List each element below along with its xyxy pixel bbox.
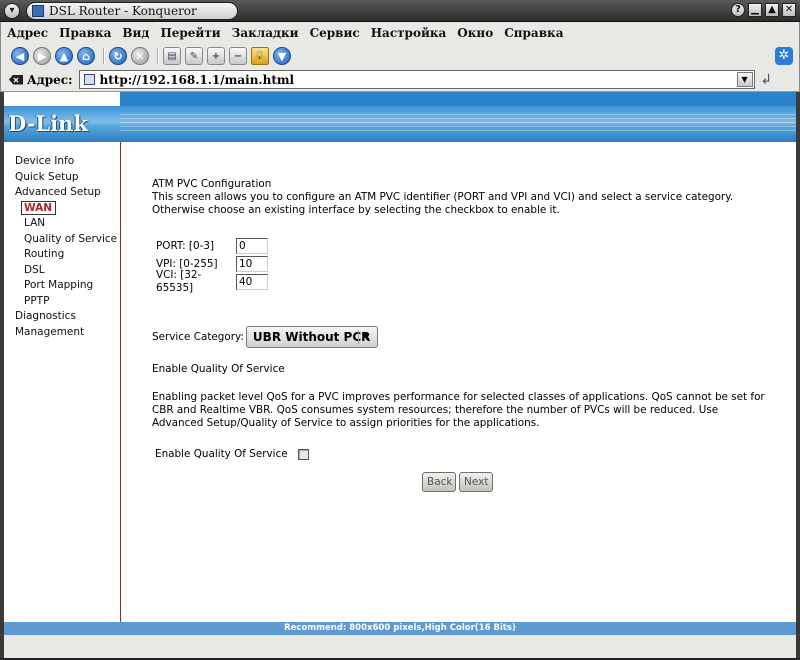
port-label: PORT: [0-3] [156, 239, 214, 252]
print-icon[interactable]: ▤ [163, 47, 181, 65]
sidebar-item-pptp[interactable]: PPTP [4, 294, 120, 310]
address-label-text: Адрес: [27, 72, 73, 87]
sidebar-item-device-info[interactable]: Device Info [4, 154, 120, 170]
security-lock-icon[interactable]: 🔒 [251, 47, 269, 65]
menu-bookmarks[interactable]: Закладки [232, 26, 299, 40]
sidebar-item-port-mapping[interactable]: Port Mapping [4, 278, 120, 294]
toolbar-separator [103, 48, 105, 64]
service-category-label: Service Category: [152, 330, 244, 343]
dlink-banner: D-Link [4, 92, 796, 142]
qos-section-title: Enable Quality Of Service [152, 363, 285, 375]
reload-icon[interactable]: ↻ [109, 47, 127, 65]
sidebar-item-qos[interactable]: Quality of Service [4, 232, 120, 248]
banner-corner [4, 92, 120, 106]
up-arrow-icon[interactable]: ▲ [55, 47, 73, 65]
menu-edit[interactable]: Правка [59, 26, 111, 40]
menu-go[interactable]: Перейти [160, 26, 220, 40]
help-button[interactable]: ? [731, 3, 745, 17]
zoom-in-icon[interactable]: + [207, 47, 225, 65]
nav-buttons: Back Next [422, 472, 493, 492]
menu-view[interactable]: Вид [122, 26, 149, 40]
url-input[interactable]: http://192.168.1.1/main.html ▼ [78, 70, 755, 89]
service-category-select[interactable]: UBR Without PCR ▼ [245, 326, 378, 348]
main-toolbar: ◀ ▶ ▲ ⌂ ↻ ✕ ▤ ✎ + − 🔒 ▼ ✲ [0, 44, 800, 68]
qos-description: Enabling packet level QoS for a PVC impr… [152, 391, 765, 429]
vci-input[interactable] [236, 274, 268, 290]
close-button[interactable]: ✕ [782, 3, 796, 17]
sidebar-item-management[interactable]: Management [4, 325, 120, 341]
qos-enable-checkbox[interactable] [297, 449, 309, 460]
window-titlebar: ▾ DSL Router - Konqueror ? ▁ ▲ ✕ [0, 0, 800, 22]
back-button[interactable]: Back [422, 472, 456, 492]
menu-tools[interactable]: Сервис [310, 26, 360, 40]
banner-stripes [120, 114, 796, 134]
sidebar-item-wan-label: WAN [21, 200, 57, 215]
back-arrow-icon[interactable]: ◀ [11, 47, 29, 65]
clear-location-icon[interactable]: ✕ [9, 74, 23, 85]
url-text: http://192.168.1.1/main.html [99, 72, 295, 87]
page-title: ATM PVC Configuration [152, 178, 272, 190]
service-category-row: Service Category: UBR Without PCR ▼ [152, 325, 782, 349]
sidebar-item-dsl[interactable]: DSL [4, 263, 120, 279]
chevron-down-icon: ▼ [357, 330, 374, 344]
sidebar-item-routing[interactable]: Routing [4, 247, 120, 263]
address-label: ✕ Адрес: [9, 73, 73, 87]
menu-address[interactable]: Адрес [7, 26, 48, 40]
forward-arrow-icon[interactable]: ▶ [33, 47, 51, 65]
url-history-dropdown-icon[interactable]: ▼ [736, 72, 753, 87]
sidebar-nav: Device Info Quick Setup Advanced Setup W… [4, 142, 121, 622]
home-icon[interactable]: ⌂ [77, 47, 95, 65]
qos-checkbox-label: Enable Quality Of Service [155, 448, 288, 460]
menubar: Адрес Правка Вид Перейти Закладки Сервис… [0, 22, 800, 44]
konqueror-icon [32, 5, 44, 17]
sidebar-item-advanced-setup[interactable]: Advanced Setup [4, 185, 120, 201]
footer-recommendation: Recommend: 800x600 pixels,High Color(16 … [4, 622, 796, 635]
sidebar-item-lan[interactable]: LAN [4, 216, 120, 232]
zoom-out-icon[interactable]: − [229, 47, 247, 65]
port-row: PORT: [0-3] [156, 237, 782, 255]
port-input[interactable] [236, 238, 268, 254]
menu-settings[interactable]: Настройка [371, 26, 447, 40]
dlink-logo: D-Link [8, 111, 88, 136]
sidebar-item-wan[interactable]: WAN [4, 200, 120, 217]
page-favicon-icon [83, 74, 95, 85]
minimize-button[interactable]: ▁ [748, 3, 762, 17]
window-menu-icon[interactable]: ▾ [4, 3, 20, 19]
print-preview-icon[interactable]: ✎ [185, 47, 203, 65]
download-icon[interactable]: ▼ [273, 47, 291, 65]
gear-icon[interactable]: ✲ [775, 47, 793, 65]
main-content: ATM PVC Configuration This screen allows… [152, 178, 782, 461]
toolbar-separator [157, 48, 159, 64]
window-controls: ? ▁ ▲ ✕ [731, 3, 796, 17]
vci-label: VCI: [32-65535] [156, 269, 202, 294]
qos-enable-row: Enable Quality Of Service [155, 448, 782, 461]
vci-row: VCI: [32-65535] [156, 269, 782, 294]
banner-top-strip [120, 92, 796, 106]
service-category-value: UBR Without PCR [252, 329, 371, 344]
go-arrow-icon[interactable]: ↲ [761, 72, 773, 88]
maximize-button[interactable]: ▲ [765, 3, 779, 17]
location-bar: ✕ Адрес: http://192.168.1.1/main.html ▼ … [0, 68, 800, 92]
page-description: This screen allows you to configure an A… [152, 191, 734, 216]
vpi-input[interactable] [236, 256, 268, 272]
window-title-pill: DSL Router - Konqueror [26, 2, 238, 20]
sidebar-item-quick-setup[interactable]: Quick Setup [4, 170, 120, 186]
next-button[interactable]: Next [459, 472, 493, 492]
sidebar-item-diagnostics[interactable]: Diagnostics [4, 309, 120, 325]
menu-help[interactable]: Справка [504, 26, 563, 40]
menu-window[interactable]: Окно [457, 26, 493, 40]
window-title: DSL Router - Konqueror [49, 4, 197, 18]
footer-filler [4, 635, 796, 658]
stop-icon[interactable]: ✕ [131, 47, 149, 65]
page-viewport: D-Link Device Info Quick Setup Advanced … [4, 92, 796, 658]
vpi-row: VPI: [0-255] [156, 255, 782, 273]
